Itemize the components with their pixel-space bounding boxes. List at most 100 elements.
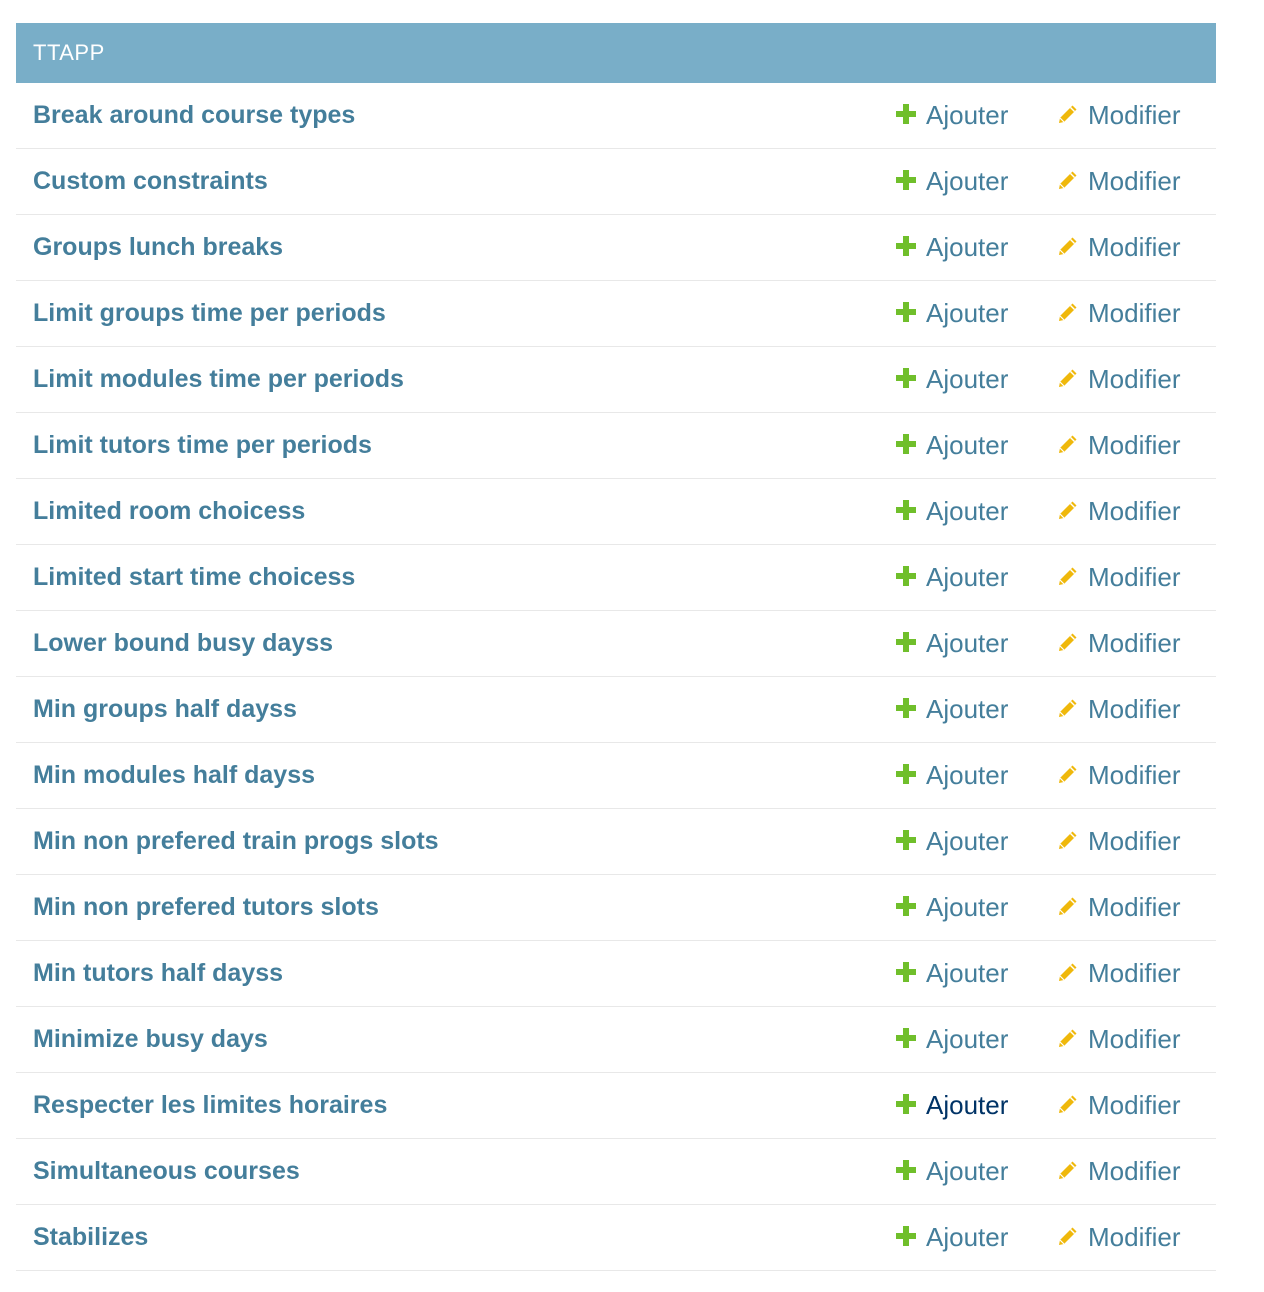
add-link[interactable]: Ajouter xyxy=(894,1007,1008,1071)
add-label: Ajouter xyxy=(926,496,1009,526)
model-row: Lower bound busy dayss Ajouter Modifier xyxy=(16,611,1216,677)
plus-icon xyxy=(894,432,918,456)
pencil-icon xyxy=(1056,1026,1080,1050)
change-label: Modifier xyxy=(1088,1222,1181,1252)
model-link[interactable]: Respecter les limites horaires xyxy=(33,1073,387,1137)
pencil-icon xyxy=(1056,762,1080,786)
change-link[interactable]: Modifier xyxy=(1056,149,1180,213)
model-row: Simultaneous courses Ajouter Modifier xyxy=(16,1139,1216,1205)
add-link[interactable]: Ajouter xyxy=(894,479,1008,543)
model-row: Stabilizes Ajouter Modifier xyxy=(16,1205,1216,1271)
model-link[interactable]: Min groups half dayss xyxy=(33,677,297,741)
change-link[interactable]: Modifier xyxy=(1056,413,1180,477)
change-label: Modifier xyxy=(1088,628,1181,658)
model-row: Limit groups time per periods Ajouter Mo… xyxy=(16,281,1216,347)
model-link[interactable]: Minimize busy days xyxy=(33,1007,268,1071)
change-label: Modifier xyxy=(1088,694,1181,724)
change-label: Modifier xyxy=(1088,364,1181,394)
model-link[interactable]: Limit modules time per periods xyxy=(33,347,404,411)
change-link[interactable]: Modifier xyxy=(1056,347,1180,411)
change-label: Modifier xyxy=(1088,298,1181,328)
plus-icon xyxy=(894,498,918,522)
change-link[interactable]: Modifier xyxy=(1056,611,1180,675)
model-link[interactable]: Custom constraints xyxy=(33,149,268,213)
model-row: Min non prefered train progs slots Ajout… xyxy=(16,809,1216,875)
add-link[interactable]: Ajouter xyxy=(894,545,1008,609)
change-link[interactable]: Modifier xyxy=(1056,281,1180,345)
model-link[interactable]: Stabilizes xyxy=(33,1205,148,1269)
add-label: Ajouter xyxy=(926,760,1009,790)
pencil-icon xyxy=(1056,432,1080,456)
plus-icon xyxy=(894,960,918,984)
model-link[interactable]: Min tutors half dayss xyxy=(33,941,283,1005)
pencil-icon xyxy=(1056,498,1080,522)
pencil-icon xyxy=(1056,1224,1080,1248)
plus-icon xyxy=(894,696,918,720)
add-link[interactable]: Ajouter xyxy=(894,1073,1008,1137)
change-link[interactable]: Modifier xyxy=(1056,83,1180,147)
add-link[interactable]: Ajouter xyxy=(894,347,1008,411)
model-link[interactable]: Limit groups time per periods xyxy=(33,281,386,345)
add-label: Ajouter xyxy=(926,826,1009,856)
change-link[interactable]: Modifier xyxy=(1056,1073,1180,1137)
plus-icon xyxy=(894,1092,918,1116)
change-link[interactable]: Modifier xyxy=(1056,215,1180,279)
pencil-icon xyxy=(1056,894,1080,918)
app-caption[interactable]: TTAPP xyxy=(16,23,1216,83)
change-link[interactable]: Modifier xyxy=(1056,1205,1180,1269)
add-label: Ajouter xyxy=(926,562,1009,592)
add-link[interactable]: Ajouter xyxy=(894,215,1008,279)
change-link[interactable]: Modifier xyxy=(1056,479,1180,543)
add-label: Ajouter xyxy=(926,430,1009,460)
change-link[interactable]: Modifier xyxy=(1056,1139,1180,1203)
change-label: Modifier xyxy=(1088,496,1181,526)
add-label: Ajouter xyxy=(926,1024,1009,1054)
add-link[interactable]: Ajouter xyxy=(894,1205,1008,1269)
change-link[interactable]: Modifier xyxy=(1056,743,1180,807)
model-row: Min non prefered tutors slots Ajouter Mo… xyxy=(16,875,1216,941)
model-link[interactable]: Min non prefered train progs slots xyxy=(33,809,439,873)
model-link[interactable]: Min modules half dayss xyxy=(33,743,315,807)
change-label: Modifier xyxy=(1088,826,1181,856)
pencil-icon xyxy=(1056,102,1080,126)
add-link[interactable]: Ajouter xyxy=(894,611,1008,675)
change-label: Modifier xyxy=(1088,958,1181,988)
add-label: Ajouter xyxy=(926,364,1009,394)
change-label: Modifier xyxy=(1088,430,1181,460)
model-link[interactable]: Break around course types xyxy=(33,83,355,147)
add-label: Ajouter xyxy=(926,628,1009,658)
add-link[interactable]: Ajouter xyxy=(894,1139,1008,1203)
add-link[interactable]: Ajouter xyxy=(894,149,1008,213)
model-link[interactable]: Limited start time choicess xyxy=(33,545,355,609)
change-link[interactable]: Modifier xyxy=(1056,677,1180,741)
model-link[interactable]: Simultaneous courses xyxy=(33,1139,300,1203)
change-label: Modifier xyxy=(1088,1090,1181,1120)
change-link[interactable]: Modifier xyxy=(1056,545,1180,609)
change-link[interactable]: Modifier xyxy=(1056,1007,1180,1071)
change-link[interactable]: Modifier xyxy=(1056,941,1180,1005)
model-link[interactable]: Groups lunch breaks xyxy=(33,215,283,279)
pencil-icon xyxy=(1056,1158,1080,1182)
add-link[interactable]: Ajouter xyxy=(894,809,1008,873)
model-link[interactable]: Lower bound busy dayss xyxy=(33,611,333,675)
change-link[interactable]: Modifier xyxy=(1056,809,1180,873)
pencil-icon xyxy=(1056,630,1080,654)
pencil-icon xyxy=(1056,564,1080,588)
plus-icon xyxy=(894,234,918,258)
model-link[interactable]: Min non prefered tutors slots xyxy=(33,875,379,939)
add-link[interactable]: Ajouter xyxy=(894,281,1008,345)
model-link[interactable]: Limit tutors time per periods xyxy=(33,413,372,477)
add-link[interactable]: Ajouter xyxy=(894,677,1008,741)
add-link[interactable]: Ajouter xyxy=(894,83,1008,147)
change-label: Modifier xyxy=(1088,1024,1181,1054)
add-link[interactable]: Ajouter xyxy=(894,875,1008,939)
model-link[interactable]: Limited room choicess xyxy=(33,479,305,543)
plus-icon xyxy=(894,828,918,852)
change-link[interactable]: Modifier xyxy=(1056,875,1180,939)
add-link[interactable]: Ajouter xyxy=(894,413,1008,477)
model-row: Minimize busy days Ajouter Modifier xyxy=(16,1007,1216,1073)
change-label: Modifier xyxy=(1088,166,1181,196)
model-row: Limited room choicess Ajouter Modifier xyxy=(16,479,1216,545)
add-link[interactable]: Ajouter xyxy=(894,743,1008,807)
add-link[interactable]: Ajouter xyxy=(894,941,1008,1005)
